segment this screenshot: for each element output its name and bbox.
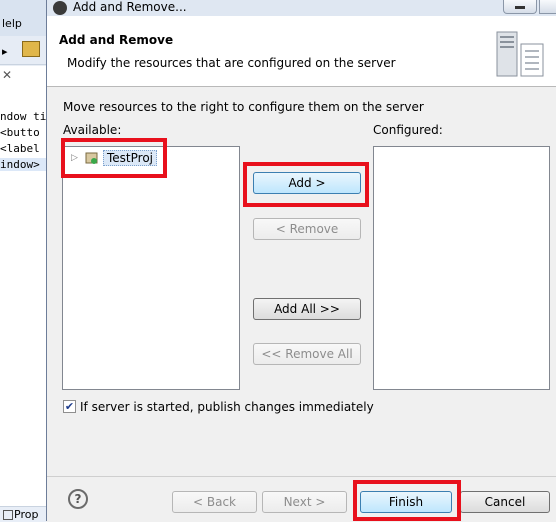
header-title: Add and Remove — [59, 33, 174, 47]
available-list[interactable]: ▷ TestProj — [62, 146, 240, 390]
configured-label: Configured: — [373, 123, 443, 137]
add-all-button[interactable]: Add All >> — [253, 298, 361, 320]
code-line: <label — [0, 142, 40, 155]
add-remove-dialog: Add and Remove... Add and Remove Modify … — [46, 0, 556, 521]
configured-list[interactable] — [373, 146, 550, 390]
publish-checkbox[interactable]: ✔ — [63, 400, 76, 413]
dialog-titlebar[interactable]: Add and Remove... — [47, 0, 556, 16]
editor-tab-close-icon[interactable]: ✕ — [2, 68, 12, 82]
properties-tab[interactable]: Prop — [14, 508, 38, 521]
toolbar-arrow-icon[interactable]: ▸ — [2, 45, 8, 58]
maximize-button[interactable] — [539, 0, 556, 14]
properties-icon — [3, 510, 13, 520]
instruction-text: Move resources to the right to configure… — [63, 100, 424, 114]
ide-menubar: lelp — [0, 0, 46, 36]
code-line: <butto — [0, 126, 40, 139]
server-icon — [496, 31, 544, 77]
code-line: indow> — [0, 158, 46, 171]
ide-editor: ✕ ndow ti <butto <label indow> — [0, 66, 46, 506]
eclipse-icon — [53, 1, 67, 15]
next-button[interactable]: Next > — [262, 491, 347, 513]
remove-button[interactable]: < Remove — [253, 218, 361, 240]
highlight-finish-button — [353, 480, 461, 521]
footer-separator — [47, 476, 556, 477]
remove-all-button[interactable]: << Remove All — [253, 343, 361, 365]
header-description: Modify the resources that are configured… — [67, 56, 396, 70]
dialog-header: Add and Remove Modify the resources that… — [47, 16, 556, 87]
ide-bottom-panel: Prop — [0, 506, 46, 522]
code-line: ndow ti — [0, 110, 47, 123]
minimize-button[interactable] — [503, 0, 537, 14]
cancel-button[interactable]: Cancel — [460, 491, 550, 513]
ide-menu-help[interactable]: lelp — [2, 17, 22, 30]
back-button[interactable]: < Back — [172, 491, 257, 513]
highlight-testproj — [61, 138, 167, 178]
help-icon[interactable]: ? — [68, 489, 88, 509]
available-label: Available: — [63, 123, 122, 137]
dialog-title: Add and Remove... — [73, 0, 187, 14]
publish-checkbox-label[interactable]: If server is started, publish changes im… — [80, 400, 374, 414]
toolbar-package-icon[interactable] — [22, 41, 40, 57]
ide-toolbar: ▸ — [0, 36, 46, 65]
highlight-add-button — [243, 162, 369, 207]
minimize-icon — [515, 6, 525, 9]
